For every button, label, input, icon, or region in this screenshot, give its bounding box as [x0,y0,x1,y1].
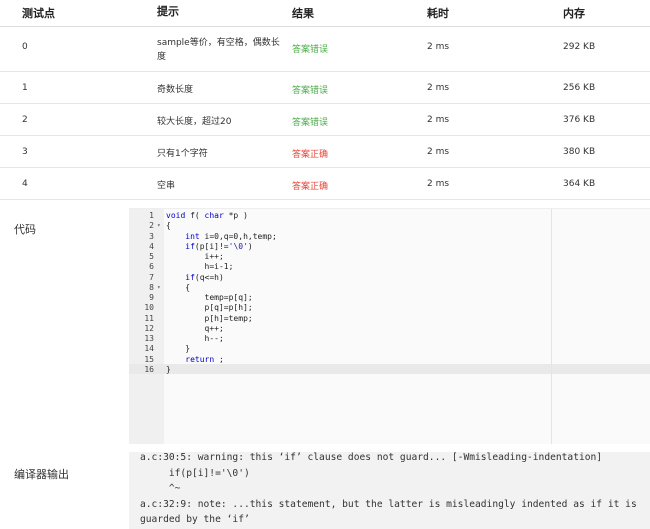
header-hint: 提示 [157,5,179,18]
code-text: i++; [166,252,224,261]
table-row: 4 空串 答案正确 2 ms 364 KB [0,168,650,200]
line-number: 10 [144,303,154,313]
test-time: 2 ms [427,83,450,93]
table-row: 3 只有1个字符 答案正确 2 ms 380 KB [0,136,650,168]
test-point-id: 4 [22,179,28,189]
code-text: { [166,221,171,231]
compiler-output-line: guarded by the ‘if’ [140,514,250,525]
compiler-output-line: if(p[i]!='\0') [140,468,250,479]
code-text: if(q<=h) [185,272,224,282]
code-text: int i=0,q=0,h,temp; [185,231,277,241]
line-number: 16 [144,364,154,374]
test-hint: 空串 [157,181,176,191]
compiler-output-line: a.c:32:9: note: ...this statement, but t… [140,499,637,510]
test-result: 答案错误 [292,118,329,128]
active-line-highlight [129,364,650,374]
code-text: } [166,344,191,354]
test-time: 2 ms [427,147,450,157]
fold-toggle-icon[interactable]: ▾ [157,283,161,293]
test-point-id: 3 [22,147,28,157]
code-text: return ; [185,354,224,364]
compiler-output-line: a.c:30:5: warning: this ‘if’ clause does… [140,452,603,463]
code-text: if(p[i]!='\0') [185,241,253,251]
test-memory: 376 KB [563,115,596,125]
header-time: 耗时 [427,7,449,20]
code-text: { [166,282,191,292]
print-margin [551,209,552,444]
code-text: } [166,364,171,374]
line-number: 11 [144,313,154,323]
test-memory: 256 KB [563,83,596,93]
line-number: 5 [149,252,154,261]
table-header: 测试点 提示 结果 耗时 内存 [0,0,650,27]
table-row: 1 奇数长度 答案错误 2 ms 256 KB [0,72,650,104]
code-text: temp=p[q]; [166,293,253,302]
test-point-id: 1 [22,83,28,93]
test-result: 答案正确 [292,182,329,192]
test-time: 2 ms [427,42,450,52]
code-text: p[h]=temp; [166,313,253,323]
test-point-id: 0 [22,42,28,52]
line-number: 1 [149,211,154,220]
test-hint: 只有1个字符 [157,149,208,159]
line-number: 3 [149,231,154,241]
test-point-id: 2 [22,115,28,125]
header-result: 结果 [292,7,314,20]
test-result: 答案错误 [292,45,329,55]
line-number: 12 [144,323,154,333]
test-result: 答案正确 [292,150,329,160]
code-label: 代码 [14,223,36,236]
test-hint: 奇数长度 [157,85,194,95]
line-number: 9 [149,293,154,302]
fold-toggle-icon[interactable]: ▾ [157,221,161,231]
test-memory: 380 KB [563,147,596,157]
line-number: 14 [144,344,154,354]
compiler-output-line: ^~ [140,483,181,494]
line-number: 13 [144,334,154,343]
code-text: void f( char *p ) [166,211,248,220]
table-row: 2 较大长度，超过20 答案错误 2 ms 376 KB [0,104,650,136]
code-text: h=i-1; [166,262,234,272]
line-number: 8 [149,282,154,292]
header-memory: 内存 [563,7,585,20]
code-text: h--; [166,334,224,343]
line-number: 6 [149,262,154,272]
test-memory: 292 KB [563,42,596,52]
compiler-output-label: 编译器输出 [14,468,69,481]
test-hint: sample等价，有空格，偶数长度 [157,38,280,62]
test-time: 2 ms [427,179,450,189]
test-results-table: 测试点 提示 结果 耗时 内存 0 sample等价，有空格，偶数长度 答案错误 2 … [0,0,650,200]
line-number: 2 [149,221,154,231]
compiler-output: a.c:30:5: warning: this ‘if’ clause does… [129,452,650,529]
code-editor[interactable]: 1 void f( char *p ) 2 ▾{3 int i=0,q=0,h,tem… [129,208,650,444]
line-number: 15 [144,354,154,364]
test-hint: 较大长度，超过20 [157,117,232,127]
test-result: 答案错误 [292,86,329,96]
table-row: 0 sample等价，有空格，偶数长度 答案错误 2 ms 292 KB [0,27,650,72]
test-memory: 364 KB [563,179,596,189]
code-text: q++; [166,323,224,333]
line-number: 7 [149,272,154,282]
code-text: p[q]=p[h]; [166,303,253,313]
test-time: 2 ms [427,115,450,125]
header-test-point: 测试点 [22,7,55,20]
line-number: 4 [149,241,154,251]
